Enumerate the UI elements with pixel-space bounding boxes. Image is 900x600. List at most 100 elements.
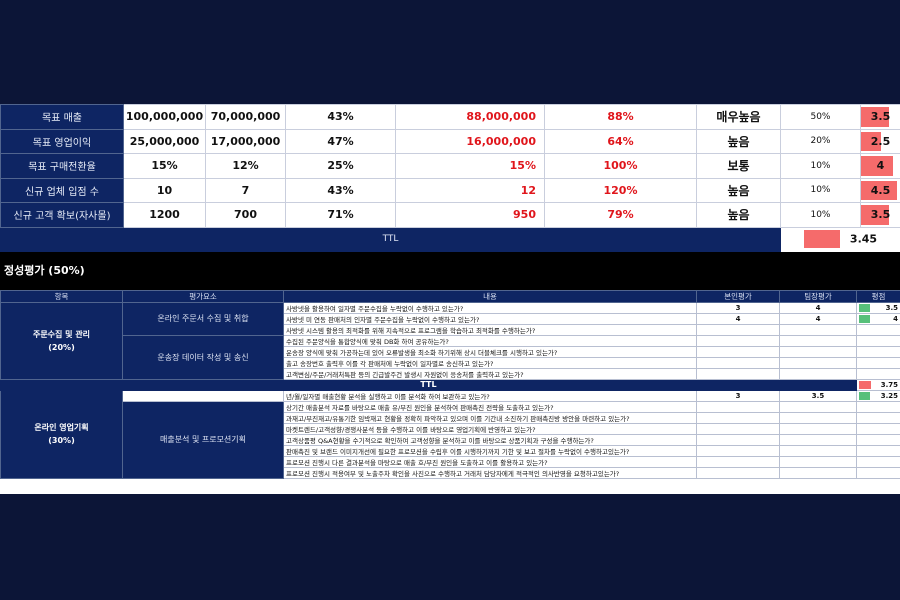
quant-actual: 950 xyxy=(395,202,545,228)
quant-growth: 25% xyxy=(285,153,396,179)
qual-question: 년/월/일자별 매출현황 분석을 실행하고 이를 분석화 하여 보관하고 있는가… xyxy=(283,389,697,402)
qual-element-blank xyxy=(122,389,284,402)
qual-leader-score xyxy=(779,356,857,369)
qual-result-score: 3.5 xyxy=(856,301,900,314)
quant-target: 15% xyxy=(123,153,206,179)
ttl-mini-bar xyxy=(859,380,871,389)
quant-grade: 높음 xyxy=(696,202,781,228)
quant-score: 3.5 xyxy=(870,110,891,124)
qual-result-score xyxy=(856,422,900,435)
qual-leader-score xyxy=(779,422,857,435)
qual-result-score xyxy=(856,367,900,380)
header-score: 평점 xyxy=(856,289,900,303)
qual-self-score xyxy=(696,334,780,347)
qual-question: 과재고/부진재고/유통기한 임박재고 현황을 정확히 파악하고 있으며 이를 기… xyxy=(283,411,697,424)
quant-achievement: 64% xyxy=(544,128,697,154)
quant-grade: 보통 xyxy=(696,153,781,179)
header-element: 평가요소 xyxy=(122,289,284,303)
quant-score-cell: 3.5 xyxy=(860,104,900,130)
qual-result-score xyxy=(856,433,900,446)
qual-leader-score xyxy=(779,400,857,413)
quant-actual: 88,000,000 xyxy=(395,104,545,130)
qual-ttl-score: 3.75 xyxy=(880,380,898,389)
quant-score-cell: 4 xyxy=(860,153,900,179)
quant-item-label: 신규 고객 확보(자사몰) xyxy=(0,202,124,228)
qual-question: 프로모션 진행시 다른 결과분석을 마탕으로 매출 호/부진 원인을 도출하고 … xyxy=(283,455,697,468)
qual-result-value: 3.25 xyxy=(880,391,898,400)
qual-result-score xyxy=(856,444,900,457)
ttl-score-bar xyxy=(803,230,840,248)
quant-actual: 15% xyxy=(395,153,545,179)
quant-previous: 7 xyxy=(205,177,286,203)
qual-result-score xyxy=(856,356,900,369)
qual-self-score: 3 xyxy=(696,301,780,314)
quant-item-label: 목표 매출 xyxy=(0,104,124,130)
quant-grade: 높음 xyxy=(696,177,781,203)
quant-actual: 16,000,000 xyxy=(395,128,545,154)
quant-growth: 43% xyxy=(285,177,396,203)
quant-item-label: 목표 구매전환율 xyxy=(0,153,124,179)
score-mini-bar xyxy=(859,391,870,400)
score-mini-bar xyxy=(859,303,870,312)
qual-question: 수집된 주문양식을 통합양식에 맞춰 DB화 하여 공유하는가? xyxy=(283,334,697,347)
quant-item-label: 목표 영업이익 xyxy=(0,128,124,154)
qual-self-score xyxy=(696,345,780,358)
qual-question: 고객상품평 Q&A현황을 수기적으로 확인하여 고객성향을 분석하고 이를 바탕… xyxy=(283,433,697,446)
quant-previous: 70,000,000 xyxy=(205,104,286,130)
qual-ttl-row: TTL 3.75 xyxy=(0,378,900,391)
quant-weight: 20% xyxy=(780,128,861,154)
quant-score-cell: 4.5 xyxy=(860,177,900,203)
category-name: 주문수집 및 관리 xyxy=(32,329,91,339)
header-self: 본인평가 xyxy=(696,289,780,303)
qual-question: 사방넷 미 연동 판매처의 인자별 주문수집을 누락없이 수행하고 있는가? xyxy=(283,312,697,325)
qual-category-2: 온라인 영업기획 (30%) xyxy=(0,389,123,479)
qual-leader-score xyxy=(779,323,857,336)
quant-growth: 43% xyxy=(285,104,396,130)
qual-result-score: 3.25 xyxy=(856,389,900,402)
qual-self-score xyxy=(696,356,780,369)
qualitative-table: 항목 평가요소 내용 본인평가 팀장평가 평점 주문수집 및 관리 (20%) 온라… xyxy=(0,289,900,479)
qual-self-score xyxy=(696,455,780,468)
qual-result-score xyxy=(856,400,900,413)
qual-result-score xyxy=(856,323,900,336)
qual-result-score xyxy=(856,411,900,424)
qual-result-score xyxy=(856,345,900,358)
quant-previous: 700 xyxy=(205,202,286,228)
header-leader: 팀장평가 xyxy=(779,289,857,303)
quant-item-label: 신규 업체 입점 수 xyxy=(0,177,124,203)
evaluation-sheet: 목표 매출 100,000,000 70,000,000 43% 88,000,000 8… xyxy=(0,104,900,494)
qual-leader-score: 3.5 xyxy=(779,389,857,402)
header-category: 항목 xyxy=(0,289,123,303)
quant-score-cell: 3.5 xyxy=(860,202,900,228)
quantitative-table: 목표 매출 100,000,000 70,000,000 43% 88,000,000 8… xyxy=(0,104,900,252)
quant-achievement: 88% xyxy=(544,104,697,130)
qual-ttl-label: TTL xyxy=(0,378,857,391)
qual-result-value: 4 xyxy=(893,314,898,323)
qual-question: 상기간 매출분석 자료를 바탕으로 매출 유/부진 원인을 분석하여 판매촉진 … xyxy=(283,400,697,413)
quant-row: 목표 구매전환율 15% 12% 25% 15% 100% 보통 10% 4 xyxy=(0,153,900,179)
qual-leader-score xyxy=(779,411,857,424)
qual-self-score xyxy=(696,400,780,413)
quant-row: 목표 영업이익 25,000,000 17,000,000 47% 16,000,000… xyxy=(0,128,900,154)
quant-previous: 12% xyxy=(205,153,286,179)
qual-self-score xyxy=(696,422,780,435)
score-mini-bar xyxy=(859,314,870,323)
quant-achievement: 100% xyxy=(544,153,697,179)
qual-self-score: 3 xyxy=(696,389,780,402)
quant-ttl-score-cell: 3.45 xyxy=(780,226,900,252)
qual-leader-score xyxy=(779,345,857,358)
quant-target: 25,000,000 xyxy=(123,128,206,154)
quant-score-cell: 2.5 xyxy=(860,128,900,154)
qual-result-score xyxy=(856,334,900,347)
qual-self-score xyxy=(696,411,780,424)
quant-row: 신규 고객 확보(자사몰) 1200 700 71% 950 79% 높음 10% 3.5 xyxy=(0,202,900,228)
qual-question: 출고 송장번호 출력후 이를 각 판매처에 누락없이 일자별로 송신하고 있는가… xyxy=(283,356,697,369)
qualitative-header-row: 항목 평가요소 내용 본인평가 팀장평가 평점 xyxy=(0,289,900,303)
qual-row: 운송장 데이터 작성 및 송신 수집된 주문양식을 통합양식에 맞춰 DB화 하여… xyxy=(1,334,900,380)
quant-previous: 17,000,000 xyxy=(205,128,286,154)
qual-row: 주문수집 및 관리 (20%) 온라인 주문서 수집 및 취합 사방넷을 활용하여 일… xyxy=(0,301,900,380)
qualitative-section-title: 정성평가 (50%) xyxy=(0,251,900,290)
quant-target: 100,000,000 xyxy=(123,104,206,130)
qual-leader-score: 4 xyxy=(779,301,857,314)
quant-score: 4 xyxy=(876,159,885,173)
